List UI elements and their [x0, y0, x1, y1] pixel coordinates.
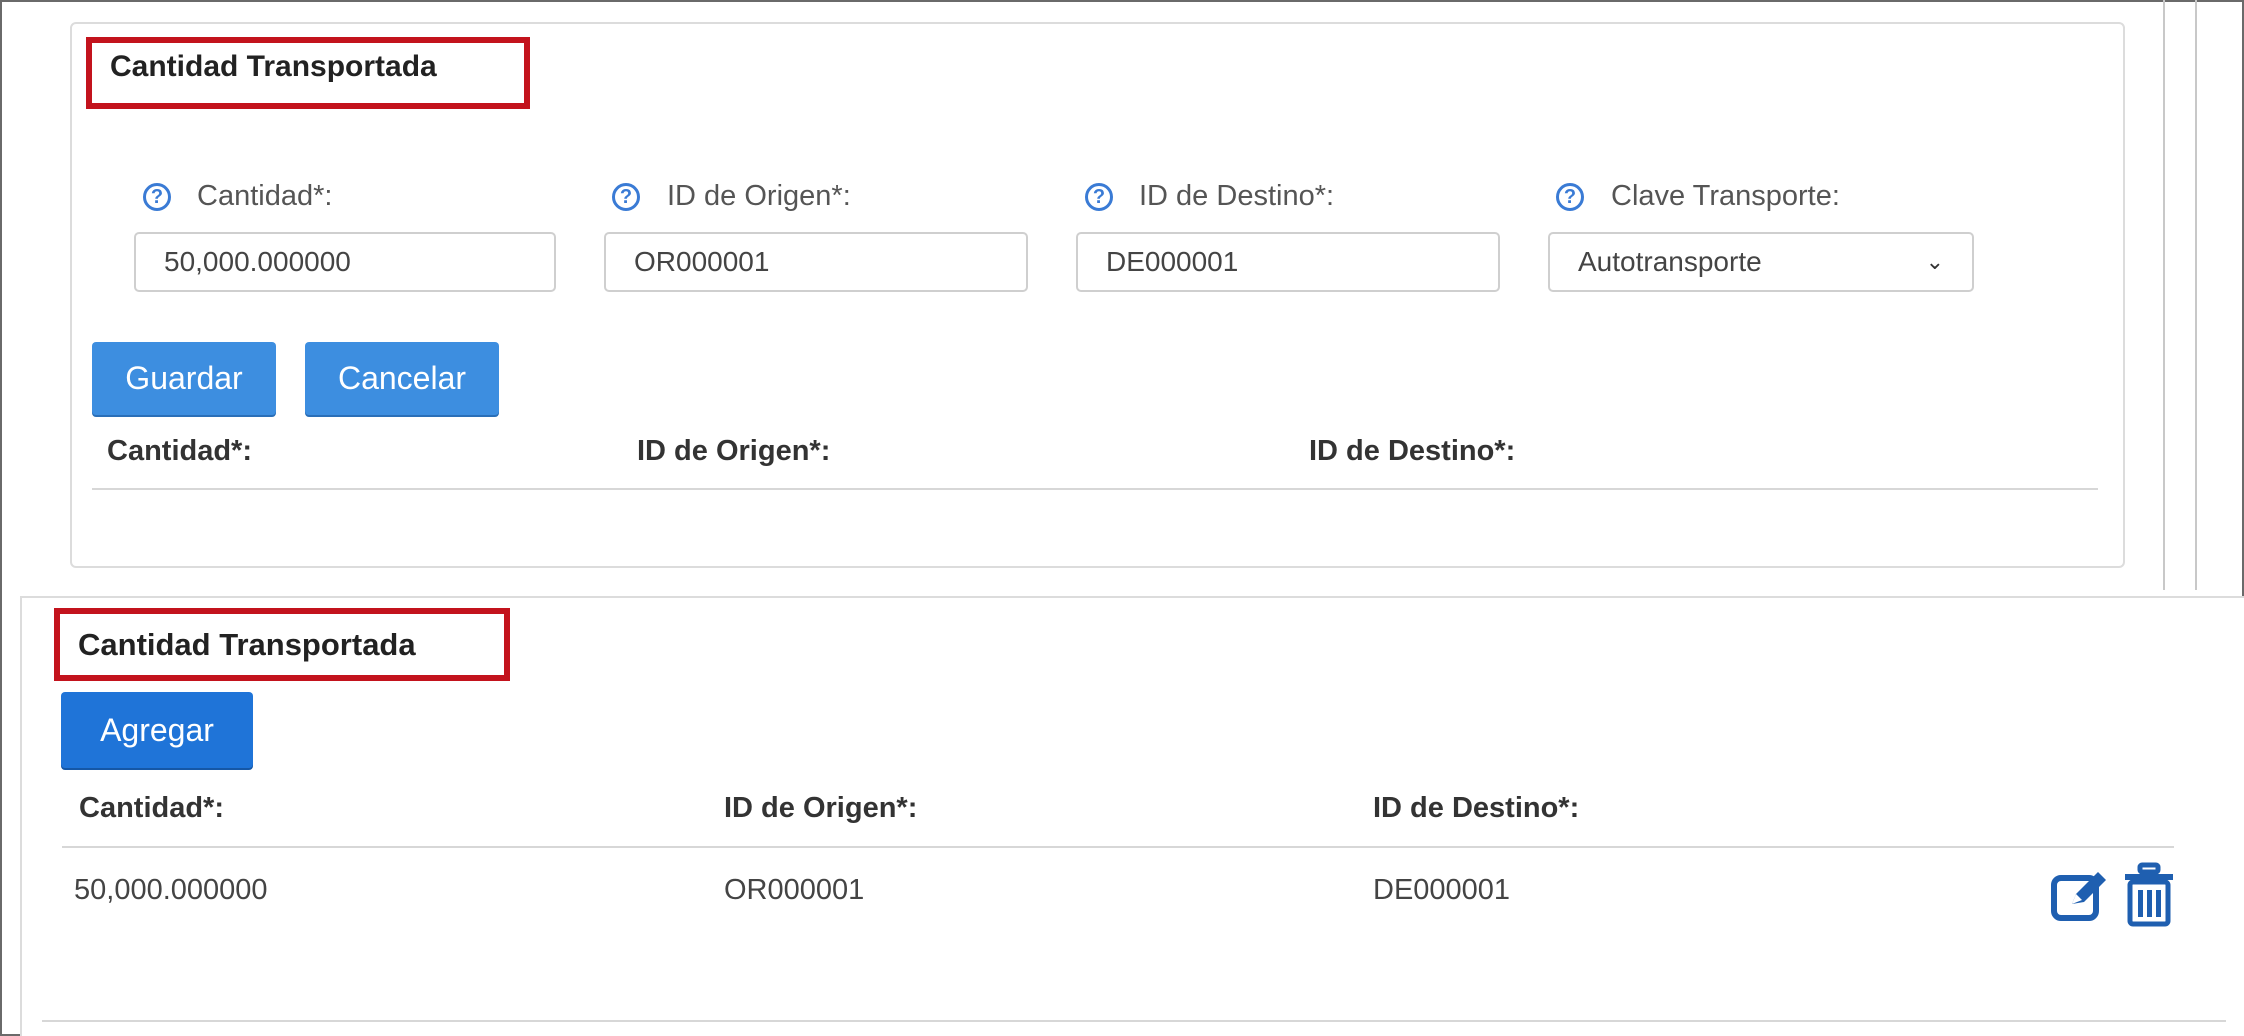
scrollbar-edge [2195, 0, 2197, 590]
destino-input[interactable]: DE000001 [1076, 232, 1500, 292]
add-button[interactable]: Agregar [61, 692, 253, 768]
column-header-destino: ID de Destino*: [1373, 792, 1580, 824]
table-row [62, 848, 2174, 938]
help-icon[interactable]: ? [1085, 183, 1113, 211]
destino-label: ID de Destino*: [1139, 180, 1335, 212]
clave-transporte-label: Clave Transporte: [1611, 180, 1840, 212]
cantidad-value: 50,000.000000 [164, 246, 351, 277]
cancel-button[interactable]: Cancelar [305, 342, 499, 415]
cantidad-input[interactable]: 50,000.000000 [134, 232, 556, 292]
column-header-origen: ID de Origen*: [637, 435, 831, 467]
help-icon[interactable]: ? [143, 183, 171, 211]
section-title: Cantidad Transportada [110, 50, 437, 83]
panel-bottom-border [42, 1020, 2226, 1022]
help-icon[interactable]: ? [1556, 183, 1584, 211]
edit-icon[interactable] [2050, 866, 2112, 924]
column-header-cantidad: Cantidad*: [107, 435, 252, 467]
clave-transporte-select[interactable]: Autotransporte ⌄ [1548, 232, 1974, 292]
help-icon[interactable]: ? [612, 183, 640, 211]
origen-label: ID de Origen*: [667, 180, 851, 212]
column-header-origen: ID de Origen*: [724, 792, 918, 824]
save-button[interactable]: Guardar [92, 342, 276, 415]
cell-origen: OR000001 [724, 874, 865, 906]
clave-transporte-value: Autotransporte [1578, 246, 1762, 277]
scrollbar-track [2163, 0, 2165, 590]
origen-input[interactable]: OR000001 [604, 232, 1028, 292]
origen-value: OR000001 [634, 246, 770, 277]
cell-cantidad: 50,000.000000 [74, 874, 268, 906]
table-divider [92, 488, 2098, 490]
column-header-cantidad: Cantidad*: [79, 792, 224, 824]
cantidad-label: Cantidad*: [197, 180, 333, 212]
chevron-down-icon: ⌄ [1925, 249, 1944, 274]
cell-destino: DE000001 [1373, 874, 1511, 906]
section-title: Cantidad Transportada [78, 627, 416, 662]
column-header-destino: ID de Destino*: [1309, 435, 1516, 467]
trash-icon[interactable] [2122, 862, 2176, 928]
destino-value: DE000001 [1106, 246, 1239, 277]
